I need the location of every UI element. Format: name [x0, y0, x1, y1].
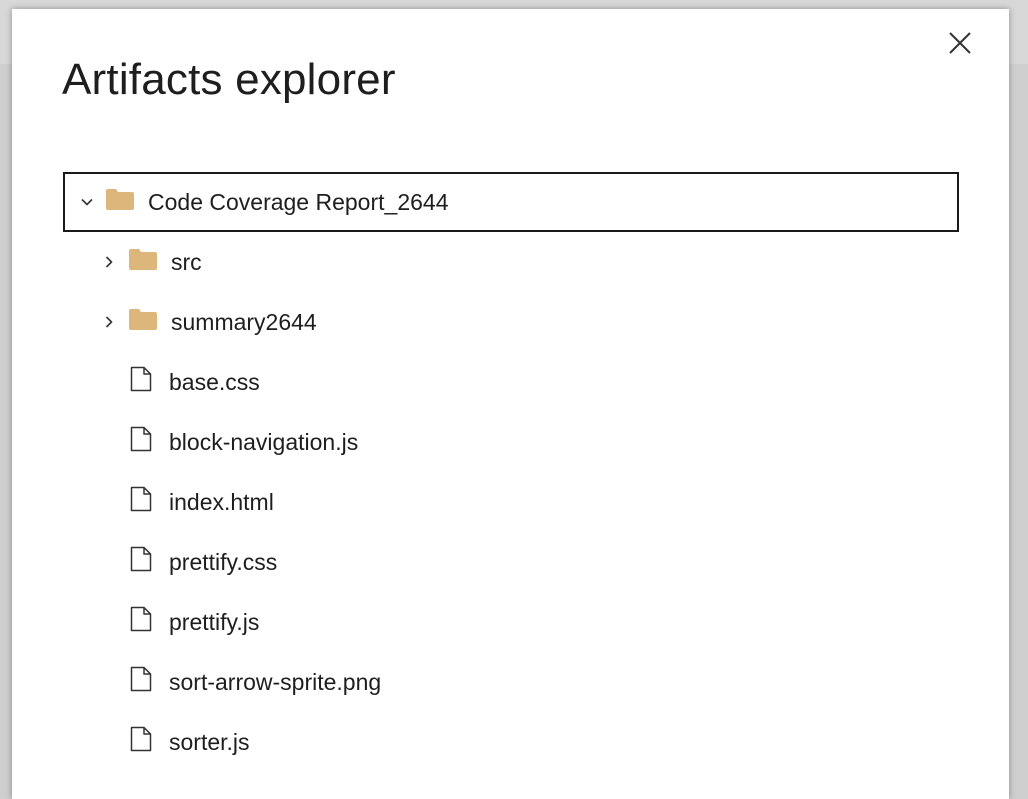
- tree-item-root-folder[interactable]: Code Coverage Report_2644: [63, 172, 959, 232]
- close-icon: [949, 32, 971, 54]
- tree-item-label: src: [171, 248, 202, 275]
- tree-item-label: sorter.js: [169, 728, 250, 755]
- tree-item-label: prettify.js: [169, 608, 260, 635]
- chevron-right-icon[interactable]: [99, 312, 119, 332]
- tree-item-folder[interactable]: summary2644: [63, 292, 959, 352]
- tree-item-label: base.css: [169, 368, 260, 395]
- tree-item-label: block-navigation.js: [169, 428, 359, 455]
- tree-item-label: index.html: [169, 488, 274, 515]
- file-icon: [130, 726, 152, 758]
- tree-item-file[interactable]: block-navigation.js: [63, 412, 959, 472]
- file-icon: [130, 666, 152, 698]
- tree-item-file[interactable]: base.css: [63, 352, 959, 412]
- artifacts-tree: Code Coverage Report_2644 src summary264…: [63, 172, 959, 772]
- folder-icon: [129, 308, 157, 336]
- artifacts-explorer-dialog: Artifacts explorer Code Coverage Report_…: [12, 9, 1009, 799]
- tree-item-file[interactable]: prettify.js: [63, 592, 959, 652]
- tree-item-file[interactable]: index.html: [63, 472, 959, 532]
- folder-icon: [129, 248, 157, 276]
- close-button[interactable]: [948, 31, 972, 55]
- dialog-title: Artifacts explorer: [62, 55, 396, 104]
- file-icon: [130, 366, 152, 398]
- tree-item-file[interactable]: sorter.js: [63, 712, 959, 772]
- tree-item-folder[interactable]: src: [63, 232, 959, 292]
- folder-icon: [106, 188, 134, 216]
- tree-item-label: prettify.css: [169, 548, 278, 575]
- file-icon: [130, 426, 152, 458]
- tree-item-label: Code Coverage Report_2644: [148, 188, 449, 215]
- chevron-right-icon[interactable]: [99, 252, 119, 272]
- tree-item-file[interactable]: prettify.css: [63, 532, 959, 592]
- tree-item-label: summary2644: [171, 308, 317, 335]
- file-icon: [130, 606, 152, 638]
- chevron-down-icon[interactable]: [77, 192, 97, 212]
- tree-item-label: sort-arrow-sprite.png: [169, 668, 382, 695]
- file-icon: [130, 486, 152, 518]
- tree-item-file[interactable]: sort-arrow-sprite.png: [63, 652, 959, 712]
- file-icon: [130, 546, 152, 578]
